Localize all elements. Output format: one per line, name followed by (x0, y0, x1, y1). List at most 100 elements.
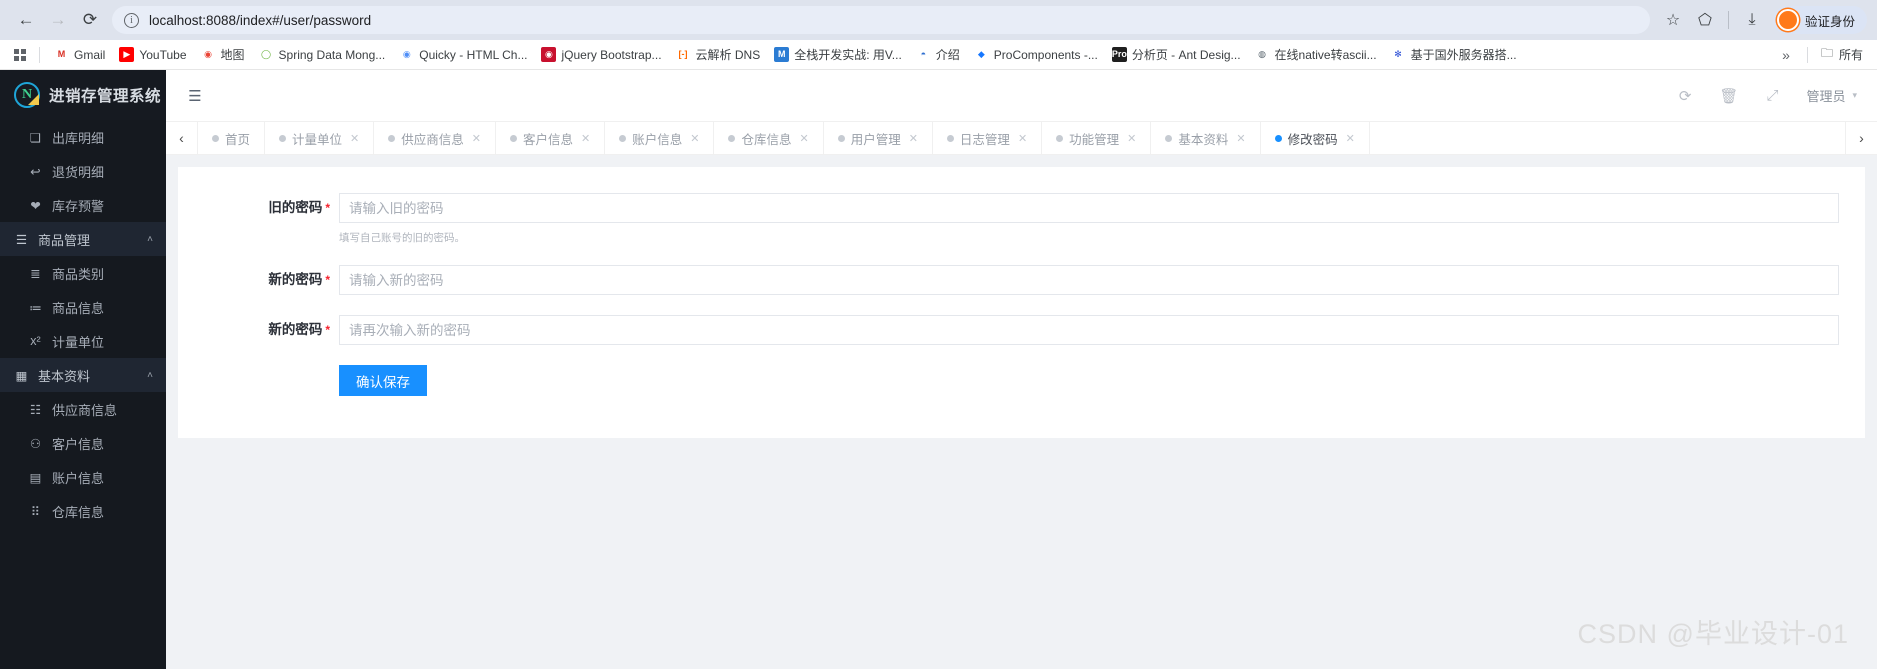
tab-status-dot (388, 134, 396, 142)
bookmark-item[interactable]: ◉ 地图 (194, 43, 252, 66)
sidebar-item-11[interactable]: ⠿ 仓库信息 (0, 494, 166, 528)
bookmark-item[interactable]: ◆ ProComponents -... (967, 44, 1105, 65)
tab-close-icon[interactable]: ✕ (799, 132, 808, 145)
back-arrow-icon[interactable]: ← (10, 4, 42, 36)
address-bar[interactable]: i localhost:8088/index#/user/password (112, 6, 1650, 34)
logo-icon: N (14, 82, 40, 108)
bookmark-item[interactable]: ▶ YouTube (112, 44, 193, 65)
tab-3[interactable]: 客户信息 ✕ (496, 122, 606, 154)
bookmark-item[interactable]: M Gmail (47, 44, 112, 65)
tab-10[interactable]: 修改密码 ✕ (1261, 122, 1370, 154)
sidebar-item-7[interactable]: ▦ 基本资料 ˄ (0, 358, 166, 392)
trash-icon[interactable]: 🗑 (1719, 87, 1738, 105)
profile-chip[interactable]: 验证身份 (1772, 6, 1867, 34)
browser-window: ← → ⟳ i localhost:8088/index#/user/passw… (0, 0, 1877, 669)
bookmark-item[interactable]: ◉ Quicky - HTML Ch... (392, 44, 534, 65)
tab-close-icon[interactable]: ✕ (350, 132, 359, 145)
tab-4[interactable]: 账户信息 ✕ (605, 122, 715, 154)
folder-icon: 🗀 (1820, 46, 1833, 60)
user-menu-label: 管理员 (1806, 89, 1846, 104)
field-label-2: 新的密码 * (178, 315, 339, 345)
password-input-2[interactable] (339, 315, 1839, 345)
sidebar-item-0[interactable]: ❏ 出库明细 (0, 120, 166, 154)
bookmark-list: M Gmail ▶ YouTube ◉ 地图 ◯ Spring Data Mong... ◉ Qu… (47, 43, 1524, 66)
apps-grid-icon[interactable] (8, 43, 32, 67)
sidebar-item-label: 退货明细 (52, 164, 105, 180)
all-bookmarks-button[interactable]: 🗀 所有 (1815, 41, 1869, 68)
bookmark-item[interactable]: ◉ jQuery Bootstrap... (534, 44, 668, 65)
bookmark-item[interactable]: ✻ 基于国外服务器搭... (1384, 43, 1524, 66)
tab-9[interactable]: 基本资料 ✕ (1151, 122, 1261, 154)
tab-close-icon[interactable]: ✕ (690, 132, 699, 145)
category-list-icon: ≣ (30, 266, 41, 281)
tab-status-dot (1165, 134, 1173, 142)
downloads-icon[interactable]: ⤓ (1737, 5, 1767, 35)
tab-close-icon[interactable]: ✕ (909, 132, 918, 145)
refresh-icon[interactable]: ⟳ (1679, 87, 1692, 105)
sidebar-item-label: 供应商信息 (52, 402, 118, 418)
favicon-icon: ◉ (200, 47, 216, 62)
tab-close-icon[interactable]: ✕ (1346, 132, 1355, 145)
bookmark-item[interactable]: ◯ Spring Data Mong... (252, 44, 393, 65)
grid-blocks-icon: ▦ (15, 368, 28, 383)
bookmark-item[interactable]: ◓ 介绍 (909, 43, 967, 66)
bookmarks-overflow-chevron[interactable]: » (1772, 47, 1800, 63)
tab-7[interactable]: 日志管理 ✕ (933, 122, 1043, 154)
tab-close-icon[interactable]: ✕ (1236, 132, 1245, 145)
sidebar-item-10[interactable]: ▤ 账户信息 (0, 460, 166, 494)
save-button[interactable]: 确认保存 (339, 365, 427, 396)
main-panel: 旧的密码*填写自己账号的旧的密码。新的密码*新的密码* 确认保存 CSDN @毕… (166, 155, 1877, 669)
sidebar-item-1[interactable]: ↩ 退货明细 (0, 154, 166, 188)
tabs-list: 首页 计量单位 ✕ 供应商信息 ✕ 客户信息 ✕ 账户信息 ✕ 仓库信息 ✕ 用户管理 ✕ 日志管理 ✕ 功能… (198, 122, 1370, 154)
tab-close-icon[interactable]: ✕ (581, 132, 590, 145)
reload-icon[interactable]: ⟳ (74, 4, 106, 36)
sidebar-item-label: 商品信息 (52, 300, 105, 316)
list-bullets-icon: ☷ (29, 402, 42, 417)
required-marker: * (325, 201, 330, 215)
favicon-icon: ▶ (119, 47, 135, 62)
sidebar-item-4[interactable]: ≣ 商品类别 (0, 256, 166, 290)
tab-1[interactable]: 计量单位 ✕ (265, 122, 375, 154)
tab-close-icon[interactable]: ✕ (472, 132, 481, 145)
bookmark-label: 基于国外服务器搭... (1410, 48, 1517, 62)
password-input-0[interactable] (339, 193, 1839, 223)
tab-5[interactable]: 仓库信息 ✕ (714, 122, 824, 154)
sidebar: N 进销存管理系统 ❏ 出库明细 ↩ 退货明细 ❤ 库存预警 ☰ 商品管理 ˄ ≣ 商品类别 ≔ 商品信… (0, 70, 166, 669)
tab-close-icon[interactable]: ✕ (1018, 132, 1027, 145)
bookmark-item[interactable]: ◍ 在线native转ascii... (1248, 43, 1384, 66)
bookmark-star-icon[interactable]: ☆ (1658, 5, 1688, 35)
page-info-icon[interactable]: i (124, 12, 139, 28)
tab-2[interactable]: 供应商信息 ✕ (374, 122, 496, 154)
profile-label: 验证身份 (1804, 14, 1855, 29)
tab-status-dot (1274, 134, 1282, 142)
tab-status-dot (619, 134, 627, 142)
tabs-scroll-left-icon[interactable]: ‹ (166, 122, 198, 154)
bookmark-item[interactable]: M 全栈开发实战: 用V... (767, 43, 909, 66)
superscript-icon: x² (30, 334, 41, 348)
tab-0[interactable]: 首页 (198, 122, 266, 154)
tab-status-dot (1056, 134, 1064, 142)
sidebar-item-8[interactable]: ☷ 供应商信息 (0, 392, 166, 426)
sidebar-item-3[interactable]: ☰ 商品管理 ˄ (0, 222, 166, 256)
fullscreen-icon[interactable]: ⤢ (1766, 87, 1778, 104)
tab-6[interactable]: 用户管理 ✕ (824, 122, 933, 154)
menu-collapse-icon[interactable]: ☰ (182, 83, 208, 109)
bookmark-item[interactable]: Pro 分析页 - Ant Desig... (1105, 43, 1248, 66)
sidebar-item-5[interactable]: ≔ 商品信息 (0, 290, 166, 324)
brand[interactable]: N 进销存管理系统 (0, 70, 166, 120)
tabs-scroll-right-icon[interactable]: › (1845, 122, 1877, 154)
user-menu[interactable]: 管理员 ▾ (1806, 86, 1857, 105)
tab-label: 供应商信息 (401, 132, 464, 147)
bookmark-item[interactable]: [-] 云解析 DNS (669, 43, 768, 66)
sidebar-item-2[interactable]: ❤ 库存预警 (0, 188, 166, 222)
bookmarks-overflow: » 🗀 所有 (1772, 41, 1869, 68)
watermark: CSDN @毕业设计-01 (1577, 619, 1849, 649)
forward-arrow-icon[interactable]: → (42, 4, 74, 36)
sidebar-item-9[interactable]: ⚇ 客户信息 (0, 426, 166, 460)
sidebar-item-6[interactable]: x² 计量单位 (0, 324, 166, 358)
tab-close-icon[interactable]: ✕ (1127, 132, 1136, 145)
password-input-1[interactable] (339, 265, 1839, 295)
form-row-0: 旧的密码*填写自己账号的旧的密码。 (178, 193, 1865, 245)
extensions-puzzle-icon[interactable]: ⬠ (1690, 5, 1720, 35)
tab-8[interactable]: 功能管理 ✕ (1042, 122, 1152, 154)
